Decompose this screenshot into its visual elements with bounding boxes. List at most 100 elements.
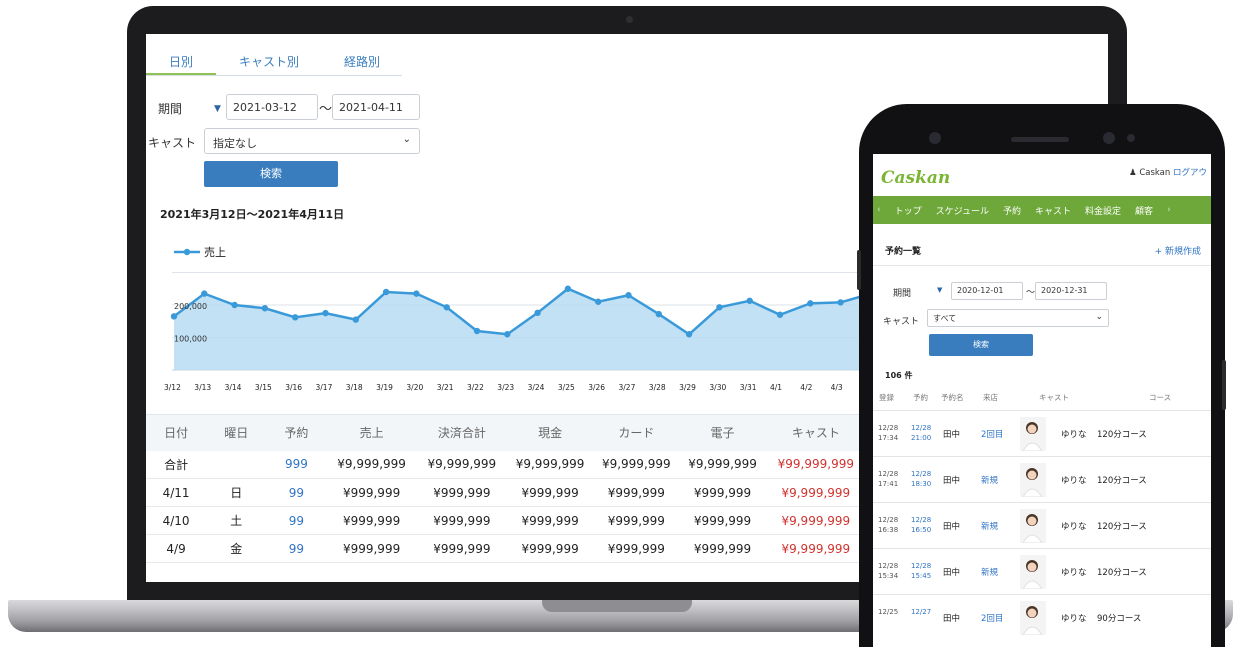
nav-item-top[interactable]: トップ: [895, 204, 922, 217]
cast-avatar: [1020, 509, 1046, 544]
date-to-input[interactable]: 2021-04-11: [332, 94, 420, 120]
nav-item-reservation[interactable]: 予約: [1003, 204, 1021, 217]
sales-point: [837, 299, 844, 306]
search-button[interactable]: 検索: [204, 161, 338, 187]
x-tick-label: 3/13: [194, 383, 211, 392]
date-from-input[interactable]: 2020-12-01: [951, 282, 1023, 300]
nav-item-customers[interactable]: 顧客: [1135, 204, 1153, 217]
visit-status[interactable]: 2回目: [981, 428, 1003, 440]
date-from-input[interactable]: 2021-03-12: [226, 94, 318, 120]
date-range-title: 2021年3月12日〜2021年4月11日: [160, 208, 345, 221]
table-cell: ¥9,999,999: [506, 450, 594, 479]
column-header[interactable]: カード: [593, 414, 680, 451]
sales-table: 日付 曜日 予約 売上 決済合計 現金 カード 電子 キャスト 合計 999 ¥9,999,999 ¥…: [146, 414, 866, 563]
main-nav: ‹ トップ スケジュール 予約 キャスト 料金設定 顧客 ›: [873, 196, 1211, 224]
sales-point: [443, 304, 450, 311]
period-dropdown-icon[interactable]: ▼: [214, 104, 221, 114]
reservation-row[interactable]: 12/28 17:41 12/28 18:30 田中 新規 ゆりな 120分コース: [873, 456, 1211, 502]
legend-swatch-point: [183, 248, 191, 256]
table-cell: ¥999,999: [506, 506, 594, 535]
nav-prev-icon[interactable]: ‹: [877, 205, 881, 215]
column-header[interactable]: 曜日: [206, 414, 267, 451]
visit-status[interactable]: 新規: [981, 566, 998, 578]
visit-status[interactable]: 2回目: [981, 612, 1003, 624]
period-label: 期間: [158, 102, 183, 116]
nav-next-icon[interactable]: ›: [1167, 205, 1171, 215]
table-cell[interactable]: 99: [266, 478, 327, 507]
cast-name: ゆりな: [1061, 568, 1087, 578]
legend-label: 売上: [204, 246, 226, 259]
logout-link[interactable]: ログアウ: [1173, 168, 1207, 178]
table-cell: ¥9,999,999: [679, 450, 766, 479]
table-cell[interactable]: 999: [266, 450, 327, 479]
sales-point: [625, 292, 632, 299]
cast-name: ゆりな: [1061, 522, 1087, 532]
tab-by-cast[interactable]: キャスト別: [216, 48, 322, 75]
search-button[interactable]: 検索: [929, 334, 1033, 356]
tab-by-route[interactable]: 経路別: [322, 48, 402, 75]
col-reservation-name: 予約名: [941, 393, 964, 402]
sales-point: [201, 290, 208, 297]
x-tick-label: 4/1: [770, 383, 782, 392]
column-header[interactable]: 決済合計: [416, 414, 507, 451]
table-cell: ¥9,999,999: [326, 450, 417, 479]
table-cell: ¥99,999,999: [765, 450, 866, 479]
reservation-datetime[interactable]: 12/28 16:50: [911, 515, 931, 535]
cast-avatar: [1020, 555, 1046, 590]
table-cell: 4/10: [146, 506, 207, 535]
tab-daily[interactable]: 日別: [146, 48, 216, 75]
total-row: 合計 999 ¥9,999,999 ¥9,999,999 ¥9,999,999 ¥9,99…: [146, 450, 866, 479]
col-course: コース: [1149, 393, 1172, 402]
date-to-input[interactable]: 2020-12-31: [1035, 282, 1107, 300]
column-header[interactable]: キャスト: [765, 414, 866, 451]
column-header[interactable]: 日付: [146, 414, 207, 451]
front-sensor: [1103, 132, 1115, 144]
registered-datetime: 12/28 16:38: [878, 516, 899, 534]
reservation-row[interactable]: 12/28 17:34 12/28 21:00 田中 2回目 ゆりな 120分コース: [873, 410, 1211, 456]
caskan-logo: Caskan: [881, 168, 951, 188]
x-tick-label: 3/31: [740, 383, 757, 392]
nav-item-cast[interactable]: キャスト: [1035, 204, 1071, 217]
period-label: 期間: [893, 289, 912, 299]
sales-point: [382, 288, 390, 296]
column-header[interactable]: 現金: [506, 414, 594, 451]
sales-point: [776, 311, 784, 318]
sales-point: [473, 327, 481, 335]
visit-status[interactable]: 新規: [981, 520, 998, 532]
registered-datetime: 12/28 15:34: [878, 562, 899, 580]
cast-select[interactable]: 指定なし ⌄: [204, 128, 420, 154]
cast-label: キャスト: [148, 136, 197, 150]
column-header[interactable]: 予約: [266, 414, 327, 451]
sales-point: [292, 314, 299, 321]
reservation-name: 田中: [943, 476, 961, 486]
reservation-row[interactable]: 12/28 15:34 12/28 15:45 田中 新規 ゆりな 120分コース: [873, 548, 1211, 594]
table-cell: ¥9,999,999: [416, 450, 507, 479]
sales-point: [534, 309, 541, 316]
reservation-datetime[interactable]: 12/28 18:30: [911, 469, 931, 489]
visit-status[interactable]: 新規: [981, 474, 998, 486]
nav-item-schedule[interactable]: スケジュール: [936, 204, 989, 217]
table-row: 4/9 金 99 ¥999,999 ¥999,999 ¥999,999 ¥999,999 ¥9…: [146, 534, 866, 563]
sales-point: [170, 313, 178, 320]
sales-point: [595, 298, 602, 305]
x-tick-label: 3/28: [649, 383, 666, 392]
reservation-datetime[interactable]: 12/27: [911, 607, 931, 617]
course-name: 120分コース: [1097, 430, 1147, 440]
column-header[interactable]: 電子: [679, 414, 766, 451]
cast-select[interactable]: すべて ⌄: [927, 309, 1109, 327]
column-header[interactable]: 売上: [326, 414, 417, 451]
earpiece: [1011, 137, 1069, 142]
cast-avatar: [1020, 601, 1046, 636]
reservation-datetime[interactable]: 12/28 15:45: [911, 561, 931, 581]
reservation-row[interactable]: 12/28 16:38 12/28 16:50 田中 新規 ゆりな 120分コース: [873, 502, 1211, 548]
reservation-name: 田中: [943, 522, 961, 532]
table-cell[interactable]: 99: [266, 534, 327, 563]
nav-item-pricing[interactable]: 料金設定: [1085, 204, 1121, 217]
new-reservation-link[interactable]: + 新規作成: [1155, 244, 1201, 257]
reservation-datetime[interactable]: 12/28 21:00: [911, 423, 931, 443]
period-dropdown-icon[interactable]: ▼: [937, 286, 942, 294]
table-row: 4/11 日 99 ¥999,999 ¥999,999 ¥999,999 ¥999,999 ¥…: [146, 478, 866, 507]
reservation-row[interactable]: 12/25 12/27 田中 2回目 ゆりな 90分コース: [873, 594, 1211, 640]
sales-point: [261, 305, 269, 312]
table-cell[interactable]: 99: [266, 506, 327, 535]
